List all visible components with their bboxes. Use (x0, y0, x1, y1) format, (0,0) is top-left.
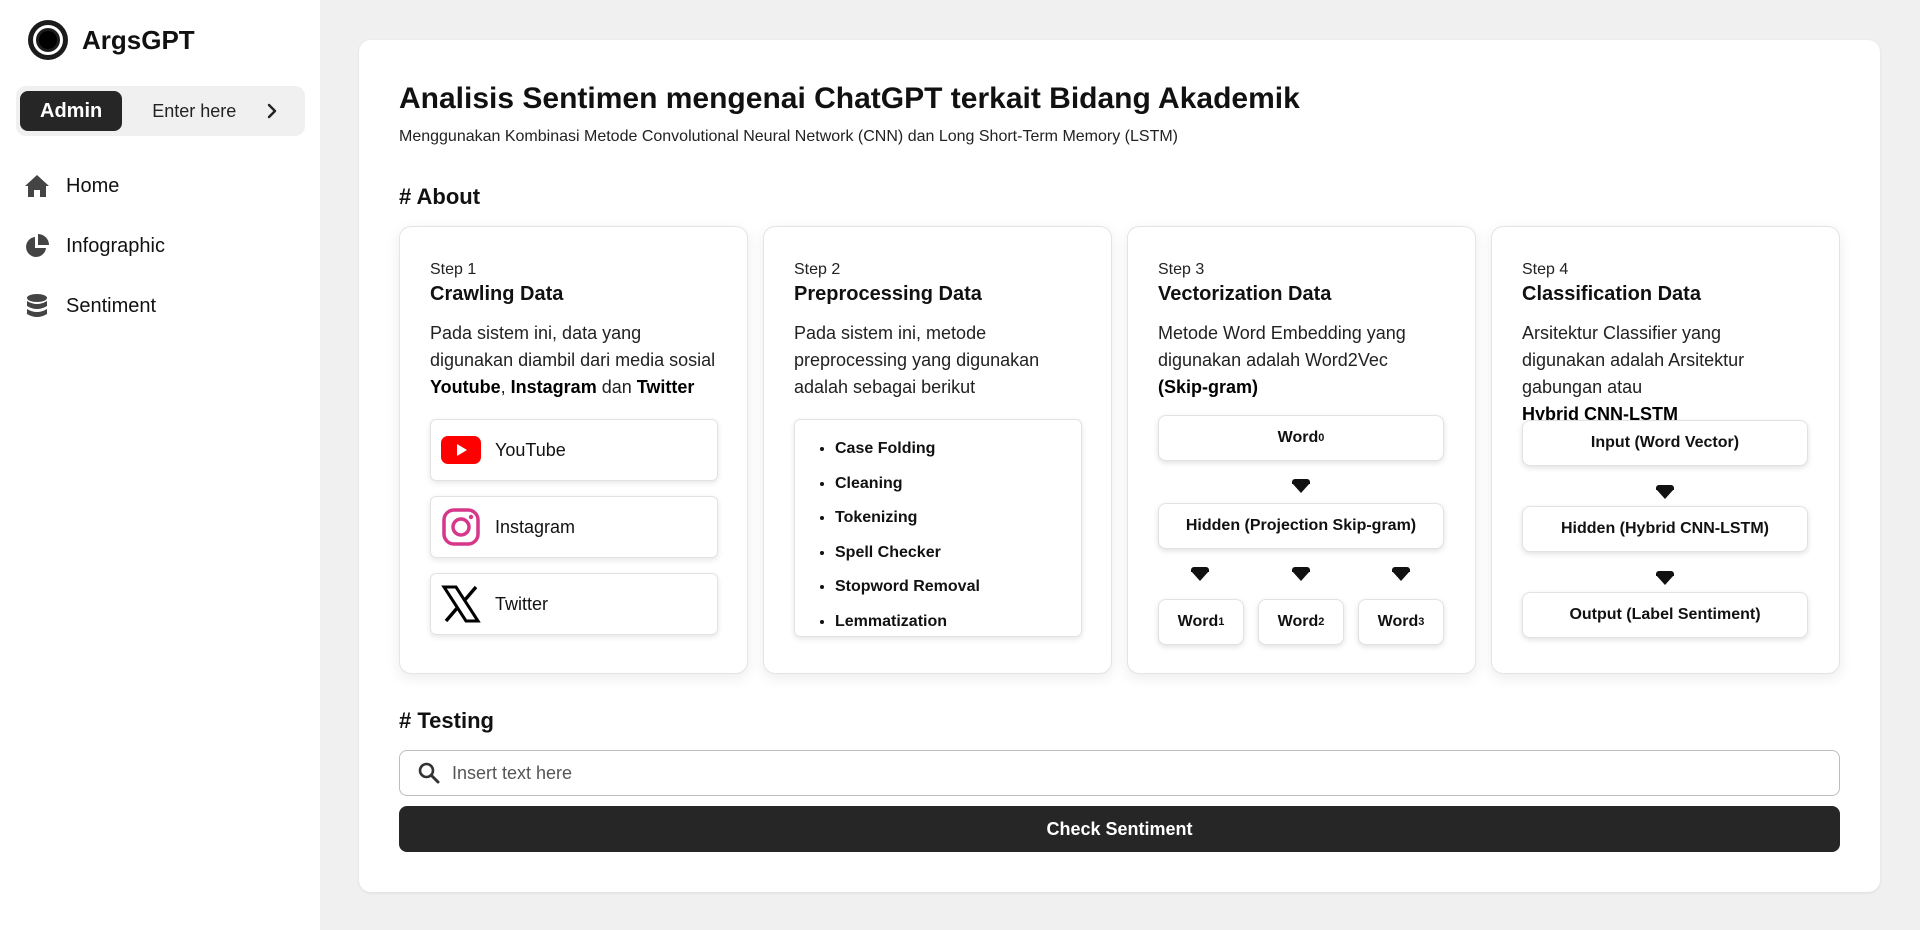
list-item: Tokenizing (835, 501, 1081, 536)
youtube-icon (441, 436, 481, 464)
list-item: Case Folding (835, 432, 1081, 467)
skipgram-hidden-node: Hidden (Projection Skip-gram) (1158, 503, 1444, 549)
arrow-down-icon (1656, 571, 1674, 585)
sidebar-item-label: Home (66, 174, 120, 197)
page-subtitle: Menggunakan Kombinasi Metode Convolution… (399, 128, 1178, 145)
step-card-classification: Step 4 Classification Data Arsitektur Cl… (1491, 226, 1840, 674)
admin-bar[interactable]: Admin Enter here (16, 86, 305, 136)
sidebar-nav: Home Infographic Sentiment (24, 156, 165, 336)
page-title: Analisis Sentimen mengenai ChatGPT terka… (399, 82, 1300, 115)
list-item: Cleaning (835, 467, 1081, 502)
step-title: Preprocessing Data (794, 283, 982, 305)
sidebar-item-label: Infographic (66, 234, 165, 257)
source-twitter[interactable]: Twitter (430, 573, 718, 635)
skipgram-input-node: Word 0 (1158, 415, 1444, 461)
sidebar-item-sentiment[interactable]: Sentiment (24, 276, 165, 336)
sidebar-item-infographic[interactable]: Infographic (24, 216, 165, 276)
step-title: Classification Data (1522, 283, 1701, 305)
check-sentiment-button[interactable]: Check Sentiment (399, 806, 1840, 852)
step-number: Step 2 (794, 261, 841, 278)
source-youtube[interactable]: YouTube (430, 419, 718, 481)
enter-here-link[interactable]: Enter here (152, 101, 278, 122)
database-icon (27, 294, 47, 317)
step-description: Pada sistem ini, metode preprocessing ya… (794, 323, 1040, 397)
arrow-down-icon (1292, 479, 1310, 493)
source-instagram[interactable]: Instagram (430, 496, 718, 558)
step-card-crawling: Step 1 Crawling Data Pada sistem ini, da… (399, 226, 748, 674)
home-icon (25, 175, 49, 197)
step-title: Vectorization Data (1158, 283, 1332, 305)
about-heading: # About (399, 184, 481, 209)
list-item: Stopword Removal (835, 570, 1081, 605)
classifier-output-layer: Output (Label Sentiment) (1522, 592, 1808, 638)
chevron-right-icon (268, 103, 277, 119)
step-number: Step 1 (430, 261, 477, 278)
step-card-preprocessing: Step 2 Preprocessing Data Pada sistem in… (763, 226, 1112, 674)
logo-icon (28, 20, 68, 60)
step-title: Crawling Data (430, 283, 564, 305)
arrow-down-icon (1392, 567, 1410, 581)
enter-here-label: Enter here (152, 100, 237, 121)
classifier-hidden-layer: Hidden (Hybrid CNN-LSTM) (1522, 506, 1808, 552)
instagram-icon (442, 508, 480, 546)
app-name: ArgsGPT (82, 24, 195, 55)
list-item: Spell Checker (835, 536, 1081, 571)
sidebar-item-label: Sentiment (66, 294, 157, 317)
admin-badge: Admin (20, 91, 123, 131)
step-description: Arsitektur Classifier yang digunakan ada… (1522, 323, 1745, 424)
preprocessing-list: Case Folding Cleaning Tokenizing Spell C… (794, 419, 1082, 637)
step-description: Metode Word Embedding yang digunakan ada… (1158, 323, 1406, 397)
step-number: Step 4 (1522, 261, 1569, 278)
brand[interactable]: ArgsGPT (28, 20, 195, 60)
sidebar-item-home[interactable]: Home (24, 156, 165, 216)
skipgram-output-node: Word 2 (1258, 599, 1344, 645)
x-twitter-icon (441, 585, 481, 623)
source-label: Instagram (495, 516, 576, 537)
sentiment-input-box[interactable] (399, 750, 1840, 796)
testing-heading: # Testing (399, 708, 494, 733)
arrow-down-icon (1656, 485, 1674, 499)
source-label: Twitter (495, 593, 549, 614)
classifier-input-layer: Input (Word Vector) (1522, 420, 1808, 466)
step-description: Pada sistem ini, data yang digunakan dia… (430, 323, 716, 397)
social-source-list: YouTube Instagram Twitter (430, 419, 718, 635)
arrow-down-icon (1292, 567, 1310, 581)
steps-row: Step 1 Crawling Data Pada sistem ini, da… (399, 226, 1840, 674)
main-card: Analisis Sentimen mengenai ChatGPT terka… (359, 40, 1880, 892)
skipgram-output-node: Word 3 (1358, 599, 1444, 645)
sidebar: ArgsGPT Admin Enter here Home Infographi… (0, 0, 320, 930)
arrow-down-icon (1191, 567, 1209, 581)
skipgram-output-node: Word 1 (1158, 599, 1244, 645)
pie-chart-icon (26, 234, 49, 257)
step-number: Step 3 (1158, 261, 1205, 278)
source-label: YouTube (495, 439, 566, 460)
sentiment-text-input[interactable] (452, 762, 1832, 784)
list-item: Lemmatization (835, 605, 1081, 640)
step-card-vectorization: Step 3 Vectorization Data Metode Word Em… (1127, 226, 1476, 674)
search-icon (418, 762, 440, 784)
